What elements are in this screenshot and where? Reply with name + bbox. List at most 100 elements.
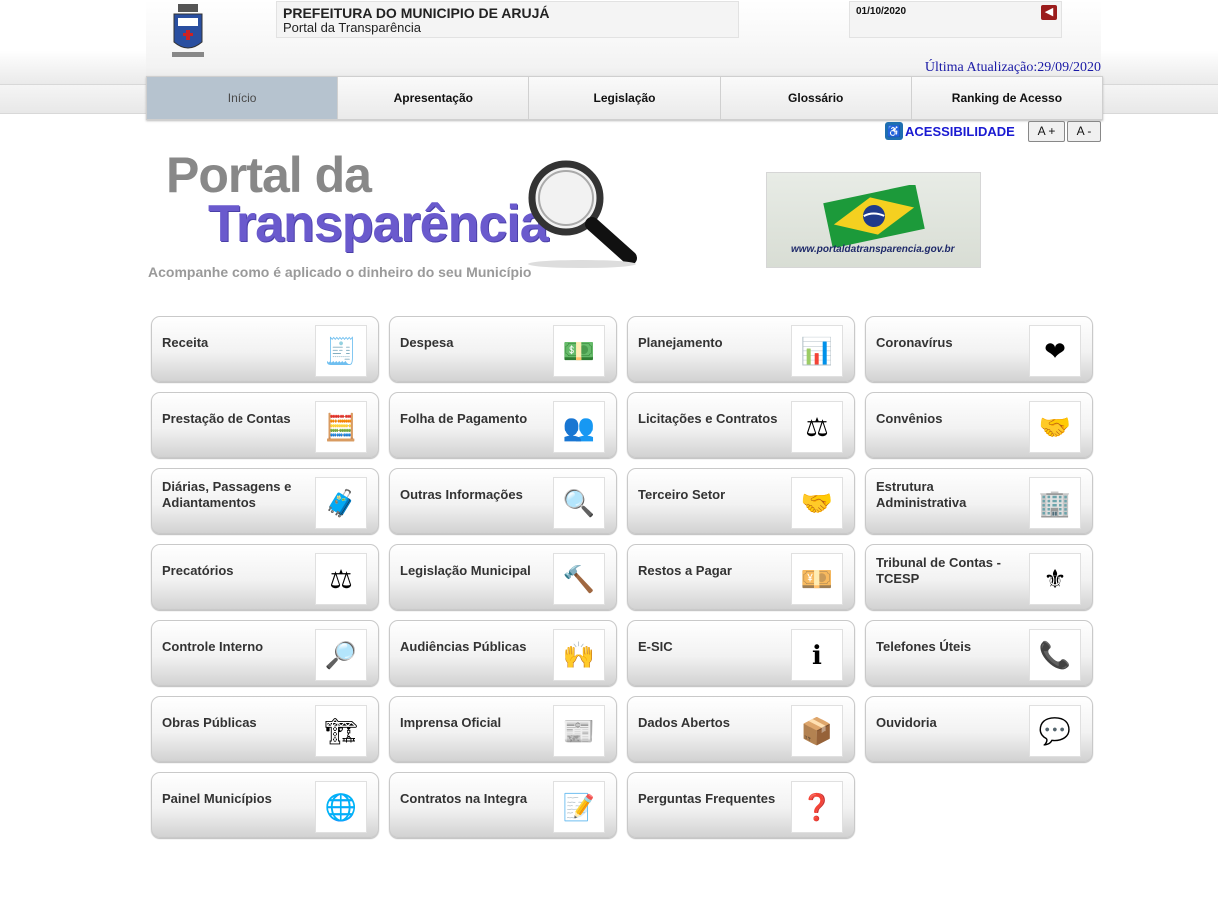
menu-card[interactable]: Planejamento 📊: [627, 316, 855, 382]
menu-card-label: Outras Informações: [400, 487, 523, 502]
logo-line2: Transparência: [208, 195, 549, 253]
menu-card[interactable]: Estrutura Administrativa 🏢: [865, 468, 1093, 534]
menu-card[interactable]: Painel Municípios 🌐: [151, 772, 379, 838]
menu-card-label: Ouvidoria: [876, 715, 937, 730]
menu-card-label: Convênios: [876, 411, 943, 426]
menu-card-label: Painel Municípios: [162, 791, 272, 806]
menu-card[interactable]: Convênios 🤝: [865, 392, 1093, 458]
tab-legislacao[interactable]: Legislação: [529, 77, 721, 119]
magnifier-icon: [528, 160, 637, 268]
current-date: 01/10/2020: [856, 6, 907, 17]
heart-hands-icon: ❤: [1029, 325, 1081, 377]
menu-card[interactable]: Precatórios ⚖: [151, 544, 379, 610]
cash-register-icon: 🧾: [315, 325, 367, 377]
newspaper-icon: 📰: [553, 705, 605, 757]
menu-card[interactable]: Tribunal de Contas - TCESP ⚜: [865, 544, 1093, 610]
brazil-flag-icon: [823, 185, 925, 247]
menu-card[interactable]: Restos a Pagar 💴: [627, 544, 855, 610]
menu-card-label: Receita: [162, 335, 209, 350]
raised-hands-icon: 🙌: [553, 629, 605, 681]
construction-icon: 🏗: [315, 705, 367, 757]
handshake-icon: 🤝: [1029, 401, 1081, 453]
tcesp-crest-icon: ⚜: [1029, 553, 1081, 605]
menu-card[interactable]: Controle Interno 🔎: [151, 620, 379, 686]
accessibility-icon: ♿: [885, 122, 903, 140]
menu-card[interactable]: Receita 🧾: [151, 316, 379, 382]
back-button[interactable]: ◀: [1041, 5, 1057, 20]
tab-inicio[interactable]: Início: [147, 77, 339, 119]
banner-url: www.portaldatransparencia.gov.br: [791, 244, 955, 255]
gavel-icon: 🔨: [553, 553, 605, 605]
info-bubble-icon: ℹ: [791, 629, 843, 681]
banknotes-icon: 💴: [791, 553, 843, 605]
org-chart-icon: 🏢: [1029, 477, 1081, 529]
menu-card-label: Terceiro Setor: [638, 487, 726, 502]
handshake-figures-icon: 🤝: [791, 477, 843, 529]
menu-card-label: Diárias, Passagens e Adiantamentos: [162, 479, 292, 510]
menu-card[interactable]: Folha de Pagamento 👥: [389, 392, 617, 458]
menu-card[interactable]: Audiências Públicas 🙌: [389, 620, 617, 686]
last-update: Última Atualização:29/09/2020: [924, 60, 1101, 75]
menu-card-label: E-SIC: [638, 639, 673, 654]
menu-card[interactable]: Terceiro Setor 🤝: [627, 468, 855, 534]
calculator-icon: 🧮: [315, 401, 367, 453]
tagline: Acompanhe como é aplicado o dinheiro do …: [148, 264, 532, 280]
municipal-crest-icon: [172, 4, 204, 57]
menu-card[interactable]: Licitações e Contratos ⚖: [627, 392, 855, 458]
menu-card[interactable]: Dados Abertos 📦: [627, 696, 855, 762]
people-icon: 👥: [553, 401, 605, 453]
signed-document-icon: 📝: [553, 781, 605, 833]
question-mark-icon: ❓: [791, 781, 843, 833]
menu-card-label: Legislação Municipal: [400, 563, 531, 578]
title-box: PREFEITURA DO MUNICIPIO DE ARUJÁ Portal …: [276, 1, 739, 38]
money-icon: 💵: [553, 325, 605, 377]
menu-card-label: Planejamento: [638, 335, 723, 350]
font-increase-button[interactable]: A +: [1028, 121, 1065, 142]
menu-card-label: Folha de Pagamento: [400, 411, 528, 426]
menu-card[interactable]: Legislação Municipal 🔨: [389, 544, 617, 610]
menu-card[interactable]: E-SIC ℹ: [627, 620, 855, 686]
transparency-banner[interactable]: www.portaldatransparencia.gov.br: [766, 172, 981, 268]
contact-channels-icon: 💬: [1029, 705, 1081, 757]
gavel-icon: ⚖: [791, 401, 843, 453]
tab-apresentacao[interactable]: Apresentação: [338, 77, 530, 119]
inspection-icon: 🔎: [315, 629, 367, 681]
accessibility-link[interactable]: ♿ ACESSIBILIDADE: [885, 121, 1015, 141]
magnifier-icon: 🔍: [553, 477, 605, 529]
portal-name: Portal da Transparência: [283, 20, 422, 35]
arrow-left-icon: ◀: [1044, 6, 1054, 18]
menu-card-label: Tribunal de Contas - TCESP: [876, 555, 1001, 586]
menu-card-label: Prestação de Contas: [162, 411, 291, 426]
suitcase-icon: 🧳: [315, 477, 367, 529]
menu-card[interactable]: Diárias, Passagens e Adiantamentos 🧳: [151, 468, 379, 534]
date-box: 01/10/2020 ◀: [849, 1, 1062, 38]
menu-card-label: Estrutura Administrativa: [876, 479, 967, 510]
menu-card-label: Licitações e Contratos: [638, 411, 778, 426]
main-nav: Início Apresentação Legislação Glossário…: [146, 76, 1103, 120]
menu-card[interactable]: Despesa 💵: [389, 316, 617, 382]
menu-card-label: Dados Abertos: [638, 715, 730, 730]
menu-card-label: Contratos na Integra: [400, 791, 528, 806]
menu-card[interactable]: Imprensa Oficial 📰: [389, 696, 617, 762]
menu-card[interactable]: Prestação de Contas 🧮: [151, 392, 379, 458]
menu-card-label: Restos a Pagar: [638, 563, 732, 578]
menu-card[interactable]: Ouvidoria 💬: [865, 696, 1093, 762]
org-name: PREFEITURA DO MUNICIPIO DE ARUJÁ: [283, 5, 550, 21]
menu-card-label: Controle Interno: [162, 639, 264, 654]
font-decrease-button[interactable]: A -: [1067, 121, 1101, 142]
open-data-box-icon: 📦: [791, 705, 843, 757]
menu-card[interactable]: Perguntas Frequentes ❓: [627, 772, 855, 838]
menu-card[interactable]: Coronavírus ❤: [865, 316, 1093, 382]
accessibility-label: ACESSIBILIDADE: [905, 123, 1015, 139]
menu-card[interactable]: Obras Públicas 🏗: [151, 696, 379, 762]
tab-ranking[interactable]: Ranking de Acesso: [911, 77, 1103, 119]
menu-card[interactable]: Telefones Úteis 📞: [865, 620, 1093, 686]
scales-icon: ⚖: [315, 553, 367, 605]
phone-icon: 📞: [1029, 629, 1081, 681]
chart-icon: 📊: [791, 325, 843, 377]
menu-card-label: Coronavírus: [876, 335, 953, 350]
tab-glossario[interactable]: Glossário: [720, 77, 912, 119]
menu-card[interactable]: Contratos na Integra 📝: [389, 772, 617, 838]
menu-card[interactable]: Outras Informações 🔍: [389, 468, 617, 534]
menu-card-label: Perguntas Frequentes: [638, 791, 776, 806]
